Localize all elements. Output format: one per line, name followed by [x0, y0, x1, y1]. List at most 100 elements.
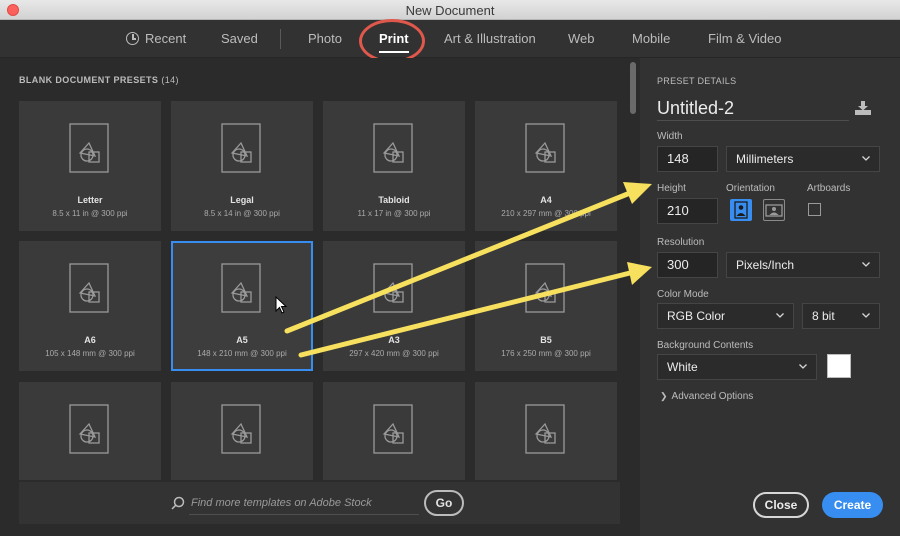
preset-dimensions: 105 x 148 mm @ 300 ppi — [45, 349, 135, 358]
tab-divider — [280, 29, 281, 49]
preset-name: A5 — [236, 335, 248, 345]
close-button[interactable]: Close — [753, 492, 809, 518]
presets-heading-label: BLANK DOCUMENT PRESETS — [19, 75, 159, 85]
preset-dimensions: 148 x 210 mm @ 300 ppi — [197, 349, 287, 358]
stock-search-bar: Go — [19, 482, 620, 524]
search-icon — [171, 496, 185, 510]
document-preset-icon — [69, 123, 109, 173]
chevron-right-icon: ❯ — [660, 391, 668, 401]
preset-details-heading: PRESET DETAILS — [657, 76, 737, 86]
portrait-icon — [734, 201, 748, 219]
preset-details-panel: PRESET DETAILS Untitled-2 Width 148 Mill… — [640, 58, 900, 536]
stock-search-input[interactable] — [189, 492, 419, 515]
tab-web[interactable]: Web — [568, 20, 595, 58]
background-contents-select[interactable]: White — [657, 354, 817, 380]
advanced-options-label: Advanced Options — [671, 391, 754, 402]
presets-count: (14) — [161, 75, 179, 85]
preset-card[interactable] — [475, 382, 617, 480]
tab-label: Recent — [145, 31, 187, 46]
preset-name: Tabloid — [378, 195, 410, 205]
presets-scrollbar[interactable] — [630, 62, 636, 114]
landscape-icon — [765, 204, 783, 217]
tab-print[interactable]: Print — [379, 20, 409, 58]
chevron-down-icon — [862, 313, 870, 318]
tab-art-illustration[interactable]: Art & Illustration — [444, 20, 536, 58]
orientation-label: Orientation — [726, 183, 775, 194]
artboards-checkbox[interactable] — [808, 203, 821, 216]
preset-card-tabloid[interactable]: Tabloid 11 x 17 in @ 300 ppi — [323, 101, 465, 231]
window-title: New Document — [405, 3, 495, 18]
document-preset-icon — [373, 263, 413, 313]
preset-card-b5[interactable]: B5 176 x 250 mm @ 300 ppi — [475, 241, 617, 371]
preset-dimensions: 210 x 297 mm @ 300 ppi — [501, 209, 591, 218]
preset-dimensions: 8.5 x 11 in @ 300 ppi — [52, 209, 128, 218]
color-mode-value: RGB Color — [667, 309, 726, 323]
preset-name: A3 — [388, 335, 400, 345]
tab-photo[interactable]: Photo — [308, 20, 342, 58]
preset-card[interactable] — [323, 382, 465, 480]
document-preset-icon — [221, 263, 261, 313]
document-preset-icon — [373, 123, 413, 173]
document-preset-icon — [525, 123, 565, 173]
width-label: Width — [657, 131, 683, 142]
chevron-down-icon — [862, 262, 870, 267]
background-contents-label: Background Contents — [657, 340, 754, 351]
document-preset-icon — [525, 263, 565, 313]
presets-heading: BLANK DOCUMENT PRESETS (14) — [19, 75, 179, 85]
go-button[interactable]: Go — [424, 490, 464, 516]
portrait-orientation-button[interactable] — [730, 199, 752, 221]
preset-card-a4[interactable]: A4 210 x 297 mm @ 300 ppi — [475, 101, 617, 231]
bit-depth-select[interactable]: 8 bit — [802, 303, 880, 329]
chevron-down-icon — [776, 313, 784, 318]
resolution-units-value: Pixels/Inch — [736, 258, 795, 272]
resolution-units-select[interactable]: Pixels/Inch — [726, 252, 880, 278]
tab-film-video[interactable]: Film & Video — [708, 20, 781, 58]
preset-name: Letter — [77, 195, 103, 205]
preset-name: A6 — [84, 335, 96, 345]
preset-card[interactable] — [19, 382, 161, 480]
preset-card-letter[interactable]: Letter 8.5 x 11 in @ 300 ppi — [19, 101, 161, 231]
resolution-input[interactable]: 300 — [657, 252, 718, 278]
preset-card[interactable] — [171, 382, 313, 480]
preset-dimensions: 11 x 17 in @ 300 ppi — [357, 209, 431, 218]
preset-dimensions: 297 x 420 mm @ 300 ppi — [349, 349, 439, 358]
save-preset-icon[interactable] — [855, 101, 871, 115]
clock-icon — [126, 32, 139, 45]
preset-card-legal[interactable]: Legal 8.5 x 14 in @ 300 ppi — [171, 101, 313, 231]
document-name-field[interactable]: Untitled-2 — [657, 98, 849, 121]
document-preset-icon — [525, 404, 565, 454]
height-input[interactable]: 210 — [657, 198, 718, 224]
document-preset-icon — [373, 404, 413, 454]
preset-card-a3[interactable]: A3 297 x 420 mm @ 300 ppi — [323, 241, 465, 371]
preset-dimensions: 176 x 250 mm @ 300 ppi — [501, 349, 591, 358]
window-titlebar: New Document — [0, 0, 900, 20]
advanced-options-toggle[interactable]: ❯ Advanced Options — [660, 391, 753, 402]
preset-name: A4 — [540, 195, 552, 205]
width-input[interactable]: 148 — [657, 146, 718, 172]
preset-dimensions: 8.5 x 14 in @ 300 ppi — [204, 209, 280, 218]
chevron-down-icon — [799, 364, 807, 369]
background-contents-value: White — [667, 360, 698, 374]
document-preset-icon — [221, 123, 261, 173]
preset-card-a6[interactable]: A6 105 x 148 mm @ 300 ppi — [19, 241, 161, 371]
preset-card-a5[interactable]: A5 148 x 210 mm @ 300 ppi — [171, 241, 313, 371]
resolution-label: Resolution — [657, 237, 705, 248]
chevron-down-icon — [862, 156, 870, 161]
create-button[interactable]: Create — [822, 492, 883, 518]
document-preset-icon — [69, 404, 109, 454]
height-label: Height — [657, 183, 686, 194]
bit-depth-value: 8 bit — [812, 309, 835, 323]
presets-panel: BLANK DOCUMENT PRESETS (14) Letter 8.5 x … — [0, 58, 640, 536]
document-preset-icon — [69, 263, 109, 313]
color-mode-select[interactable]: RGB Color — [657, 303, 794, 329]
landscape-orientation-button[interactable] — [763, 199, 785, 221]
preset-name: B5 — [540, 335, 552, 345]
tab-saved[interactable]: Saved — [221, 20, 258, 58]
preset-name: Legal — [230, 195, 254, 205]
category-tabs: Recent Saved Photo Print Art & Illustrat… — [0, 20, 900, 58]
tab-mobile[interactable]: Mobile — [632, 20, 670, 58]
units-select[interactable]: Millimeters — [726, 146, 880, 172]
background-color-swatch[interactable] — [827, 354, 851, 378]
tab-recent[interactable]: Recent — [126, 20, 186, 58]
units-select-value: Millimeters — [736, 152, 794, 166]
